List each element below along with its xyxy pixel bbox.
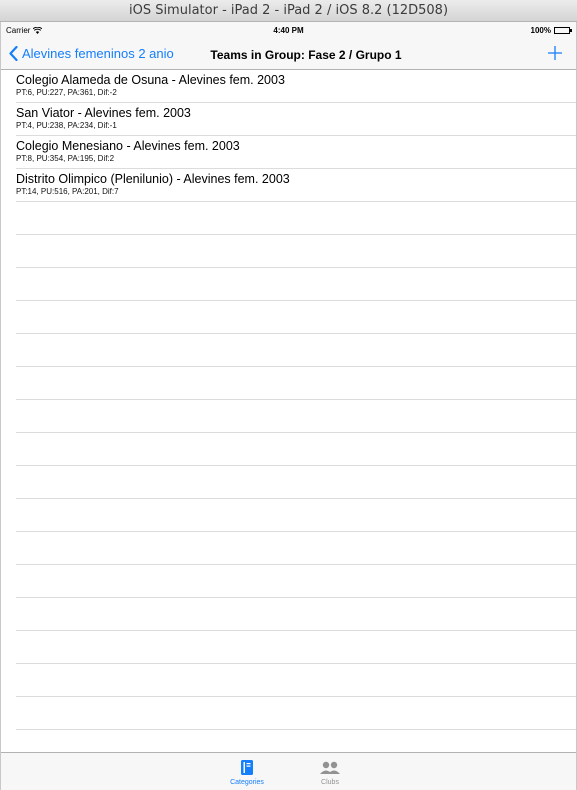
team-stats: PT:6, PU:227, PA:361, Dif:-2 [16, 88, 117, 97]
book-icon [241, 760, 253, 775]
empty-row [16, 697, 576, 730]
team-stats: PT:14, PU:516, PA:201, Dif:7 [16, 187, 119, 196]
empty-row [16, 334, 576, 367]
empty-row [16, 268, 576, 301]
empty-row [16, 598, 576, 631]
empty-row [16, 532, 576, 565]
table-row[interactable]: Colegio Menesiano - Alevines fem. 2003 P… [16, 136, 576, 169]
plus-icon [548, 46, 562, 60]
people-icon [320, 761, 340, 774]
team-name: San Viator - Alevines fem. 2003 [16, 106, 191, 120]
ipad-screen: Carrier 4:40 PM 100% Alevines femeninos … [0, 22, 577, 790]
battery-indicator: 100% [530, 26, 572, 35]
battery-percent: 100% [530, 26, 551, 35]
battery-icon [554, 27, 572, 34]
table-row[interactable]: Distrito Olimpico (Plenilunio) - Alevine… [16, 169, 576, 202]
empty-row [16, 565, 576, 598]
team-stats: PT:4, PU:238, PA:234, Dif:-1 [16, 121, 117, 130]
team-name: Colegio Menesiano - Alevines fem. 2003 [16, 139, 240, 153]
status-bar: Carrier 4:40 PM 100% [1, 22, 576, 40]
empty-row [16, 499, 576, 532]
simulator-title-bar: iOS Simulator - iPad 2 - iPad 2 / iOS 8.… [0, 0, 577, 22]
tab-categories-label: Categories [230, 779, 264, 786]
simulator-title: iOS Simulator - iPad 2 - iPad 2 / iOS 8.… [128, 3, 449, 18]
tab-clubs-label: Clubs [321, 779, 339, 786]
empty-row [16, 664, 576, 697]
empty-row [16, 301, 576, 334]
empty-row [16, 466, 576, 499]
table-row[interactable]: Colegio Alameda de Osuna - Alevines fem.… [16, 70, 576, 103]
empty-row [16, 367, 576, 400]
team-stats: PT:8, PU:354, PA:195, Dif:2 [16, 154, 115, 163]
page-title: Teams in Group: Fase 2 / Grupo 1 [210, 48, 402, 62]
empty-row [16, 631, 576, 664]
teams-table[interactable]: Colegio Alameda de Osuna - Alevines fem.… [1, 70, 576, 752]
empty-row [16, 433, 576, 466]
tab-bar: Categories Clubs [1, 752, 576, 790]
tab-categories[interactable]: Categories [217, 758, 277, 786]
navigation-bar: Alevines femeninos 2 anio Teams in Group… [1, 40, 576, 70]
team-name: Colegio Alameda de Osuna - Alevines fem.… [16, 73, 285, 87]
status-time: 4:40 PM [273, 26, 304, 35]
empty-row [16, 235, 576, 268]
empty-row [16, 400, 576, 433]
empty-row [16, 202, 576, 235]
table-row[interactable]: San Viator - Alevines fem. 2003 PT:4, PU… [16, 103, 576, 136]
tab-clubs[interactable]: Clubs [300, 758, 360, 786]
team-name: Distrito Olimpico (Plenilunio) - Alevine… [16, 172, 290, 186]
add-team-button[interactable] [548, 45, 562, 63]
